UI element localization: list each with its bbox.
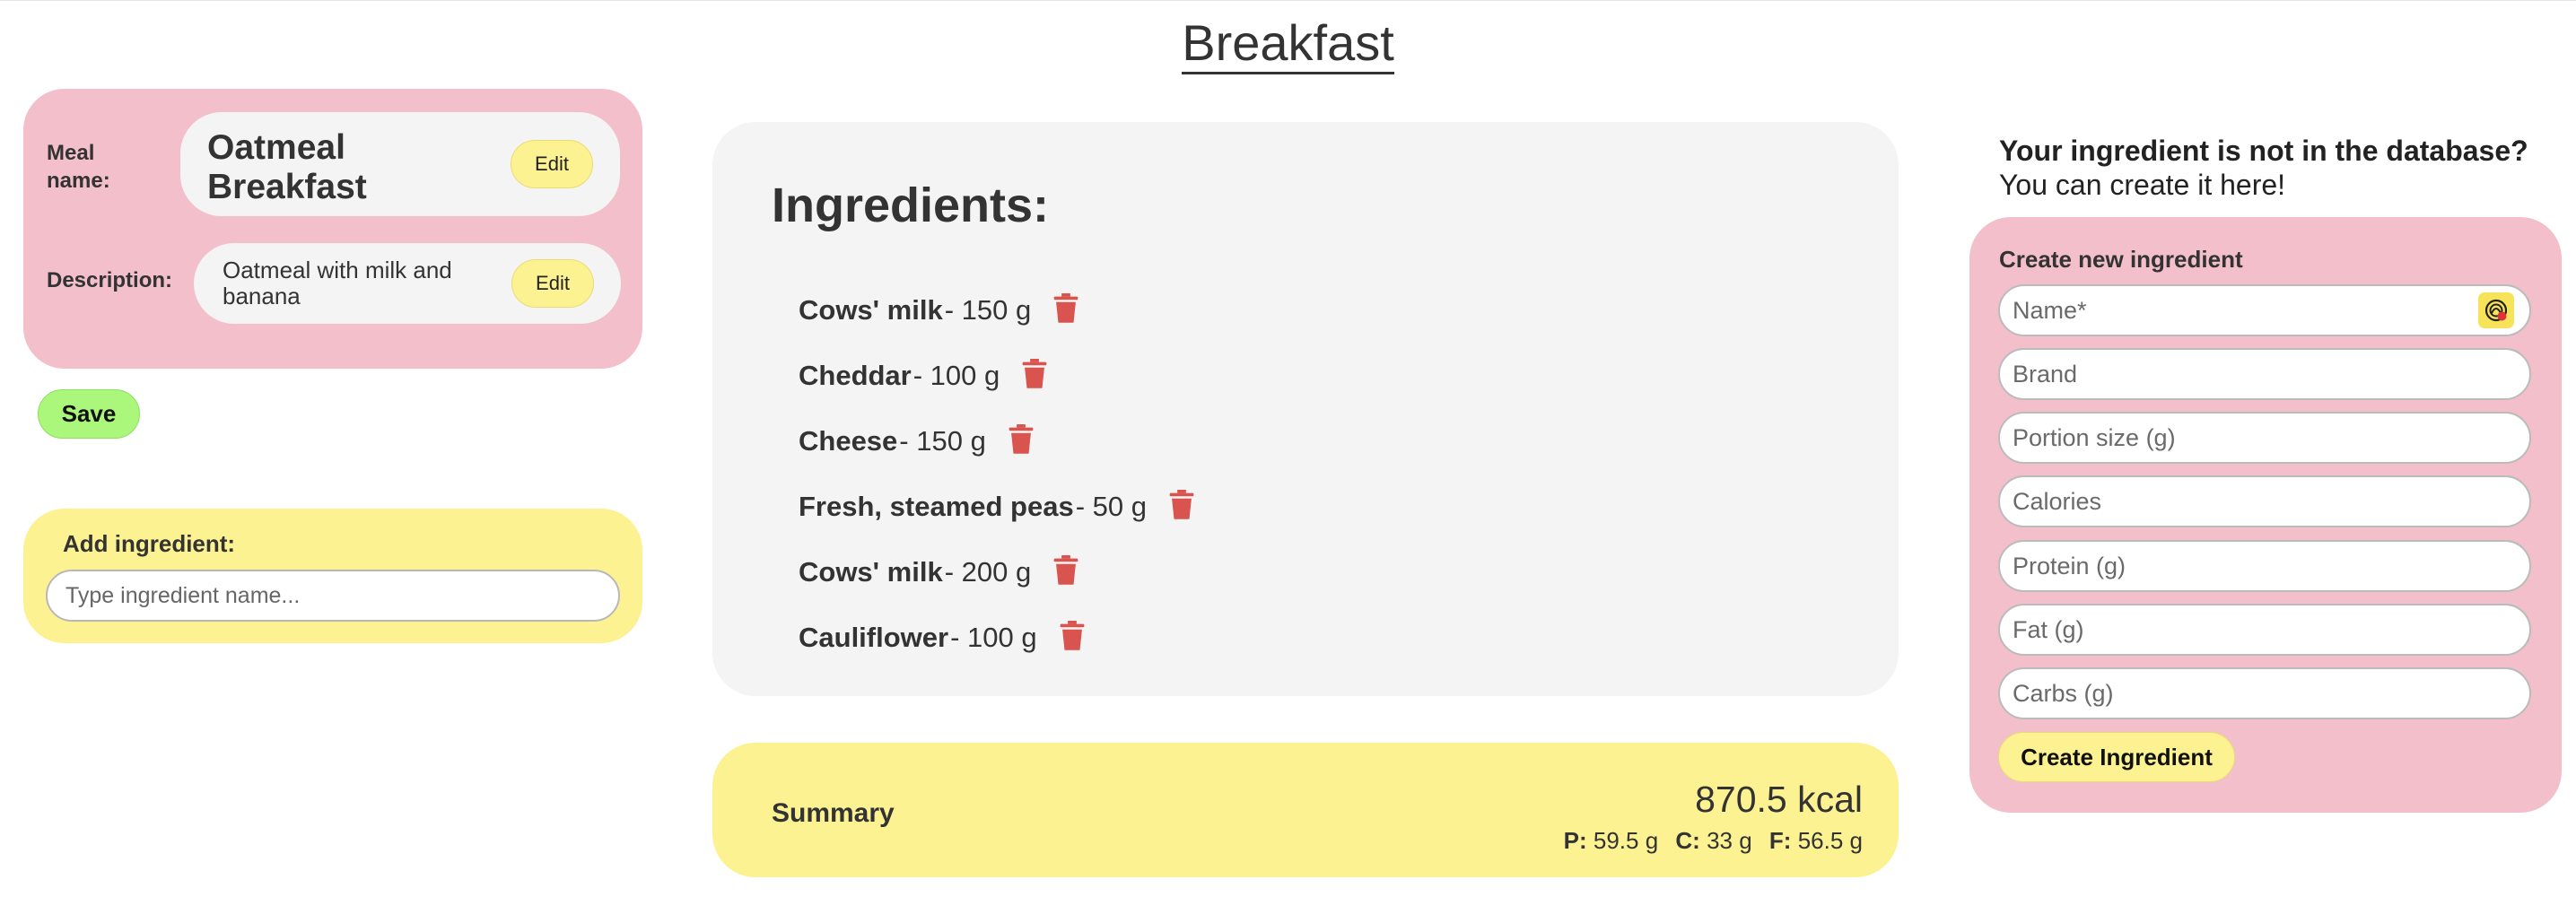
summary-title: Summary — [772, 798, 895, 828]
create-ingredient-promo: Your ingredient is not in the database? … — [1999, 134, 2573, 203]
carbs-field[interactable] — [1998, 667, 2531, 719]
ingredient-name: Cows' milk — [799, 293, 943, 326]
protein-field[interactable] — [1998, 540, 2531, 592]
save-button[interactable]: Save — [38, 389, 140, 439]
ingredient-quantity: - 50 g — [1075, 490, 1147, 522]
trash-icon[interactable] — [1008, 423, 1035, 455]
ingredient-quantity: - 100 g — [913, 359, 1000, 391]
trash-icon[interactable] — [1168, 489, 1195, 520]
ingredient-name: Cheddar — [799, 359, 912, 391]
description-value: Oatmeal with milk and banana — [223, 257, 452, 309]
ingredients-card: Ingredients: Cows' milk - 150 g Cheddar - … — [712, 122, 1899, 696]
carbs-value: 33 g — [1707, 827, 1752, 854]
description-label: Description: — [47, 268, 173, 292]
promo-question: Your ingredient is not in the database? — [1999, 135, 2528, 167]
trash-icon[interactable] — [1021, 358, 1048, 389]
meal-name-value: Oatmeal Breakfast — [207, 128, 367, 206]
ingredients-title: Ingredients: — [772, 179, 1050, 232]
summary-calories: 870.5 kcal — [1695, 779, 1863, 820]
create-ingredient-button[interactable]: Create Ingredient — [1998, 732, 2235, 782]
fat-field[interactable] — [1998, 604, 2531, 656]
trash-icon[interactable] — [1052, 554, 1079, 586]
autofill-icon[interactable] — [2478, 292, 2514, 328]
description-pill: Oatmeal with milk and banana Edit — [194, 243, 621, 324]
ingredient-row: Cows' milk - 150 g — [799, 277, 1195, 343]
ingredient-name: Fresh, steamed peas — [799, 490, 1074, 522]
protein-value: 59.5 g — [1593, 827, 1659, 854]
ingredient-list: Cows' milk - 150 g Cheddar - 100 g Cheese -… — [799, 277, 1195, 670]
ingredient-name: Cows' milk — [799, 555, 943, 588]
add-ingredient-card: Add ingredient: — [23, 509, 642, 643]
ingredient-quantity: - 100 g — [950, 621, 1037, 653]
meal-name-pill: Oatmeal Breakfast Edit — [180, 112, 620, 216]
add-ingredient-title: Add ingredient: — [63, 530, 236, 557]
ingredient-quantity: - 200 g — [944, 555, 1032, 588]
portion-size-field[interactable] — [1998, 412, 2531, 464]
ingredient-row: Cows' milk - 200 g — [799, 539, 1195, 605]
ingredient-row: Cheese - 150 g — [799, 408, 1195, 474]
ingredient-quantity: - 150 g — [899, 424, 986, 457]
meal-details-card: Meal name: Oatmeal Breakfast Edit Descri… — [23, 89, 642, 369]
calories-field[interactable] — [1998, 475, 2531, 527]
ingredient-row: Cauliflower - 100 g — [799, 605, 1195, 670]
brand-field[interactable] — [1998, 348, 2531, 400]
ingredient-row: Fresh, steamed peas - 50 g — [799, 474, 1195, 539]
ingredient-search-input[interactable] — [46, 570, 620, 622]
protein-label: P: — [1563, 827, 1587, 854]
edit-description-button[interactable]: Edit — [511, 259, 594, 308]
trash-icon[interactable] — [1059, 620, 1086, 651]
create-ingredient-card: Create new ingredient Create Ingredient — [1969, 217, 2562, 813]
trash-icon[interactable] — [1052, 292, 1079, 324]
fat-label: F: — [1768, 827, 1792, 854]
carbs-label: C: — [1675, 827, 1700, 854]
ingredient-row: Cheddar - 100 g — [799, 343, 1195, 408]
ingredient-quantity: - 150 g — [944, 293, 1032, 326]
promo-answer: You can create it here! — [1999, 169, 2286, 202]
ingredient-name: Cauliflower — [799, 621, 949, 653]
summary-card: Summary 870.5 kcal P: 59.5 g C: 33 g F: … — [712, 743, 1899, 877]
summary-macros: P: 59.5 g C: 33 g F: 56.5 g — [1564, 827, 1863, 855]
page-title: Breakfast — [1182, 16, 1394, 74]
edit-meal-name-button[interactable]: Edit — [511, 140, 593, 188]
create-ingredient-title: Create new ingredient — [1999, 246, 2243, 273]
ingredient-name-field[interactable] — [1998, 284, 2531, 336]
page-title-wrapper: Breakfast — [0, 16, 2576, 74]
ingredient-name: Cheese — [799, 424, 898, 457]
fat-value: 56.5 g — [1797, 827, 1863, 854]
meal-name-label: Meal name: — [47, 141, 110, 194]
